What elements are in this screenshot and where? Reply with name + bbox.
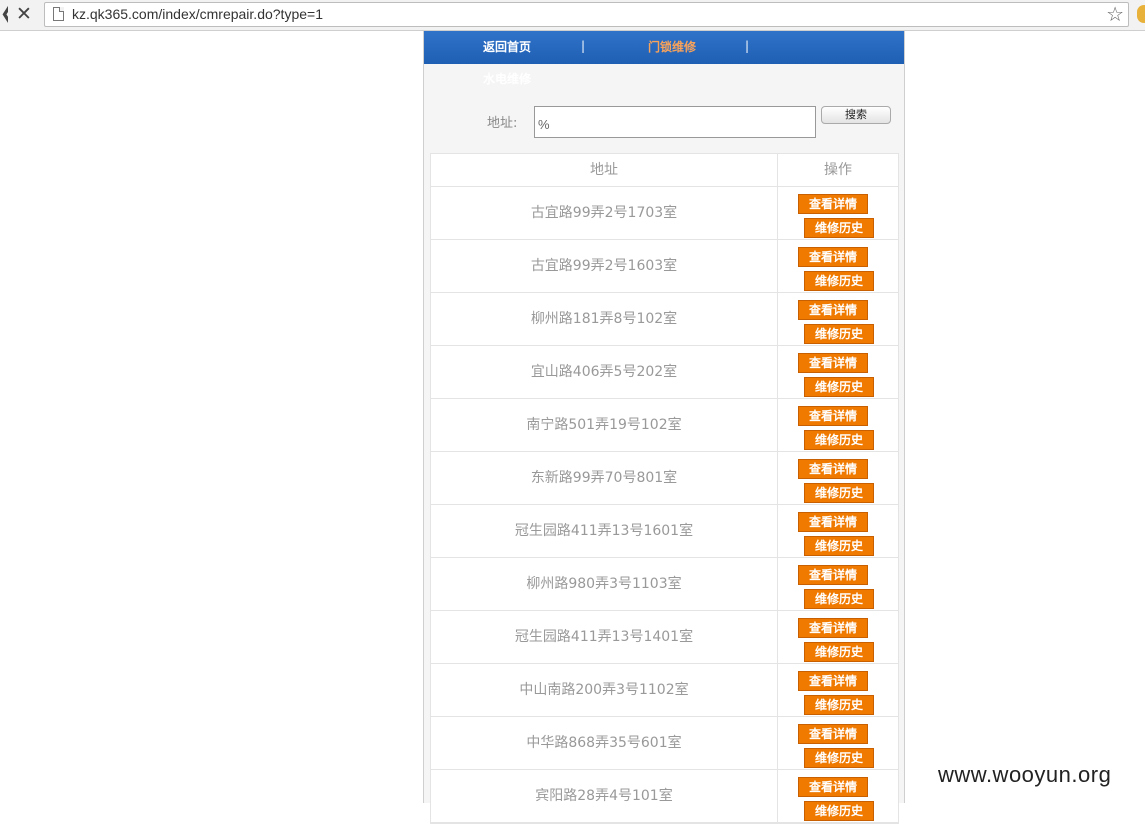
repair-history-button[interactable]: 维修历史 — [804, 218, 874, 238]
row-address: 南宁路501弄19号102室 — [431, 399, 778, 451]
repair-history-button[interactable]: 维修历史 — [804, 483, 874, 503]
table-row: 宜山路406弄5号202室 查看详情维修历史 — [431, 346, 898, 399]
table-row: 冠生园路411弄13号1401室 查看详情维修历史 — [431, 611, 898, 664]
address-bar[interactable]: kz.qk365.com/index/cmrepair.do?type=1 ☆ — [44, 2, 1129, 27]
mobile-page: 返回首页 | 门锁维修 | 水电维修 地址: % 搜索 地址 操作 古宜路99弄… — [423, 31, 905, 824]
repair-history-button[interactable]: 维修历史 — [804, 430, 874, 450]
repair-history-button[interactable]: 维修历史 — [804, 642, 874, 662]
table-row: 古宜路99弄2号1603室 查看详情维修历史 — [431, 240, 898, 293]
repair-history-button[interactable]: 维修历史 — [804, 271, 874, 291]
table-row: 东新路99弄70号801室 查看详情维修历史 — [431, 452, 898, 505]
view-detail-button[interactable]: 查看详情 — [798, 618, 868, 638]
nav-separator: | — [745, 39, 750, 53]
address-label: 地址: — [487, 116, 518, 131]
page-icon — [53, 7, 64, 21]
view-detail-button[interactable]: 查看详情 — [798, 247, 868, 267]
repair-history-button[interactable]: 维修历史 — [804, 536, 874, 556]
row-address: 宜山路406弄5号202室 — [431, 346, 778, 398]
url-text: kz.qk365.com/index/cmrepair.do?type=1 — [72, 6, 323, 22]
repair-history-button[interactable]: 维修历史 — [804, 377, 874, 397]
row-address: 中山南路200弄3号1102室 — [431, 664, 778, 716]
table-row: 南宁路501弄19号102室 查看详情维修历史 — [431, 399, 898, 452]
back-arrow-icon[interactable]: ❮ — [0, 3, 8, 25]
table-row: 宾阳路28弄4号101室 查看详情维修历史 — [431, 770, 898, 823]
repair-history-button[interactable]: 维修历史 — [804, 801, 874, 821]
nav-water-repair-link[interactable]: 水电维修 — [483, 71, 531, 87]
table-header: 地址 操作 — [431, 154, 898, 187]
view-detail-button[interactable]: 查看详情 — [798, 194, 868, 214]
view-detail-button[interactable]: 查看详情 — [798, 724, 868, 744]
repair-table: 地址 操作 古宜路99弄2号1703室 查看详情 维修历史 古宜路99弄2号1603室… — [430, 153, 899, 824]
view-detail-button[interactable]: 查看详情 — [798, 300, 868, 320]
row-address: 古宜路99弄2号1603室 — [431, 240, 778, 292]
watermark: www.wooyun.org — [938, 762, 1112, 787]
row-address: 柳州路181弄8号102室 — [431, 293, 778, 345]
table-row: 中山南路200弄3号1102室 查看详情维修历史 — [431, 664, 898, 717]
nav-home-link[interactable]: 返回首页 — [483, 39, 531, 55]
bookmark-star-icon[interactable]: ☆ — [1106, 3, 1124, 26]
table-row: 柳州路181弄8号102室 查看详情维修历史 — [431, 293, 898, 346]
repair-history-button[interactable]: 维修历史 — [804, 695, 874, 715]
repair-history-button[interactable]: 维修历史 — [804, 324, 874, 344]
view-detail-button[interactable]: 查看详情 — [798, 459, 868, 479]
row-address: 冠生园路411弄13号1601室 — [431, 505, 778, 557]
repair-history-button[interactable]: 维修历史 — [804, 748, 874, 768]
address-search-input[interactable]: % — [534, 106, 816, 138]
row-address: 东新路99弄70号801室 — [431, 452, 778, 504]
table-row: 柳州路980弄3号1103室 查看详情维修历史 — [431, 558, 898, 611]
table-row: 中华路868弄35号601室 查看详情维修历史 — [431, 717, 898, 770]
table-row: 古宜路99弄2号1703室 查看详情维修历史 — [431, 187, 898, 240]
row-address: 宾阳路28弄4号101室 — [431, 770, 778, 822]
stop-icon[interactable]: ✕ — [16, 3, 32, 25]
row-address: 古宜路99弄2号1703室 — [431, 187, 778, 239]
header-address: 地址 — [431, 154, 778, 187]
view-detail-button[interactable]: 查看详情 — [798, 777, 868, 797]
view-detail-button[interactable]: 查看详情 — [798, 565, 868, 585]
nav-lock-repair-link[interactable]: 门锁维修 — [648, 39, 696, 55]
nav-separator: | — [581, 39, 586, 53]
row-address: 中华路868弄35号601室 — [431, 717, 778, 769]
view-detail-button[interactable]: 查看详情 — [798, 512, 868, 532]
nav-bar: 返回首页 | 门锁维修 | — [424, 31, 904, 64]
search-button[interactable]: 搜索 — [821, 106, 891, 124]
view-detail-button[interactable]: 查看详情 — [798, 671, 868, 691]
repair-history-button[interactable]: 维修历史 — [804, 589, 874, 609]
table-row: 冠生园路411弄13号1601室 查看详情维修历史 — [431, 505, 898, 558]
extension-icon[interactable] — [1137, 5, 1145, 23]
view-detail-button[interactable]: 查看详情 — [798, 406, 868, 426]
header-action: 操作 — [824, 162, 852, 178]
row-address: 柳州路980弄3号1103室 — [431, 558, 778, 610]
browser-toolbar: ❮ ✕ kz.qk365.com/index/cmrepair.do?type=… — [0, 0, 1145, 31]
view-detail-button[interactable]: 查看详情 — [798, 353, 868, 373]
row-address: 冠生园路411弄13号1401室 — [431, 611, 778, 663]
